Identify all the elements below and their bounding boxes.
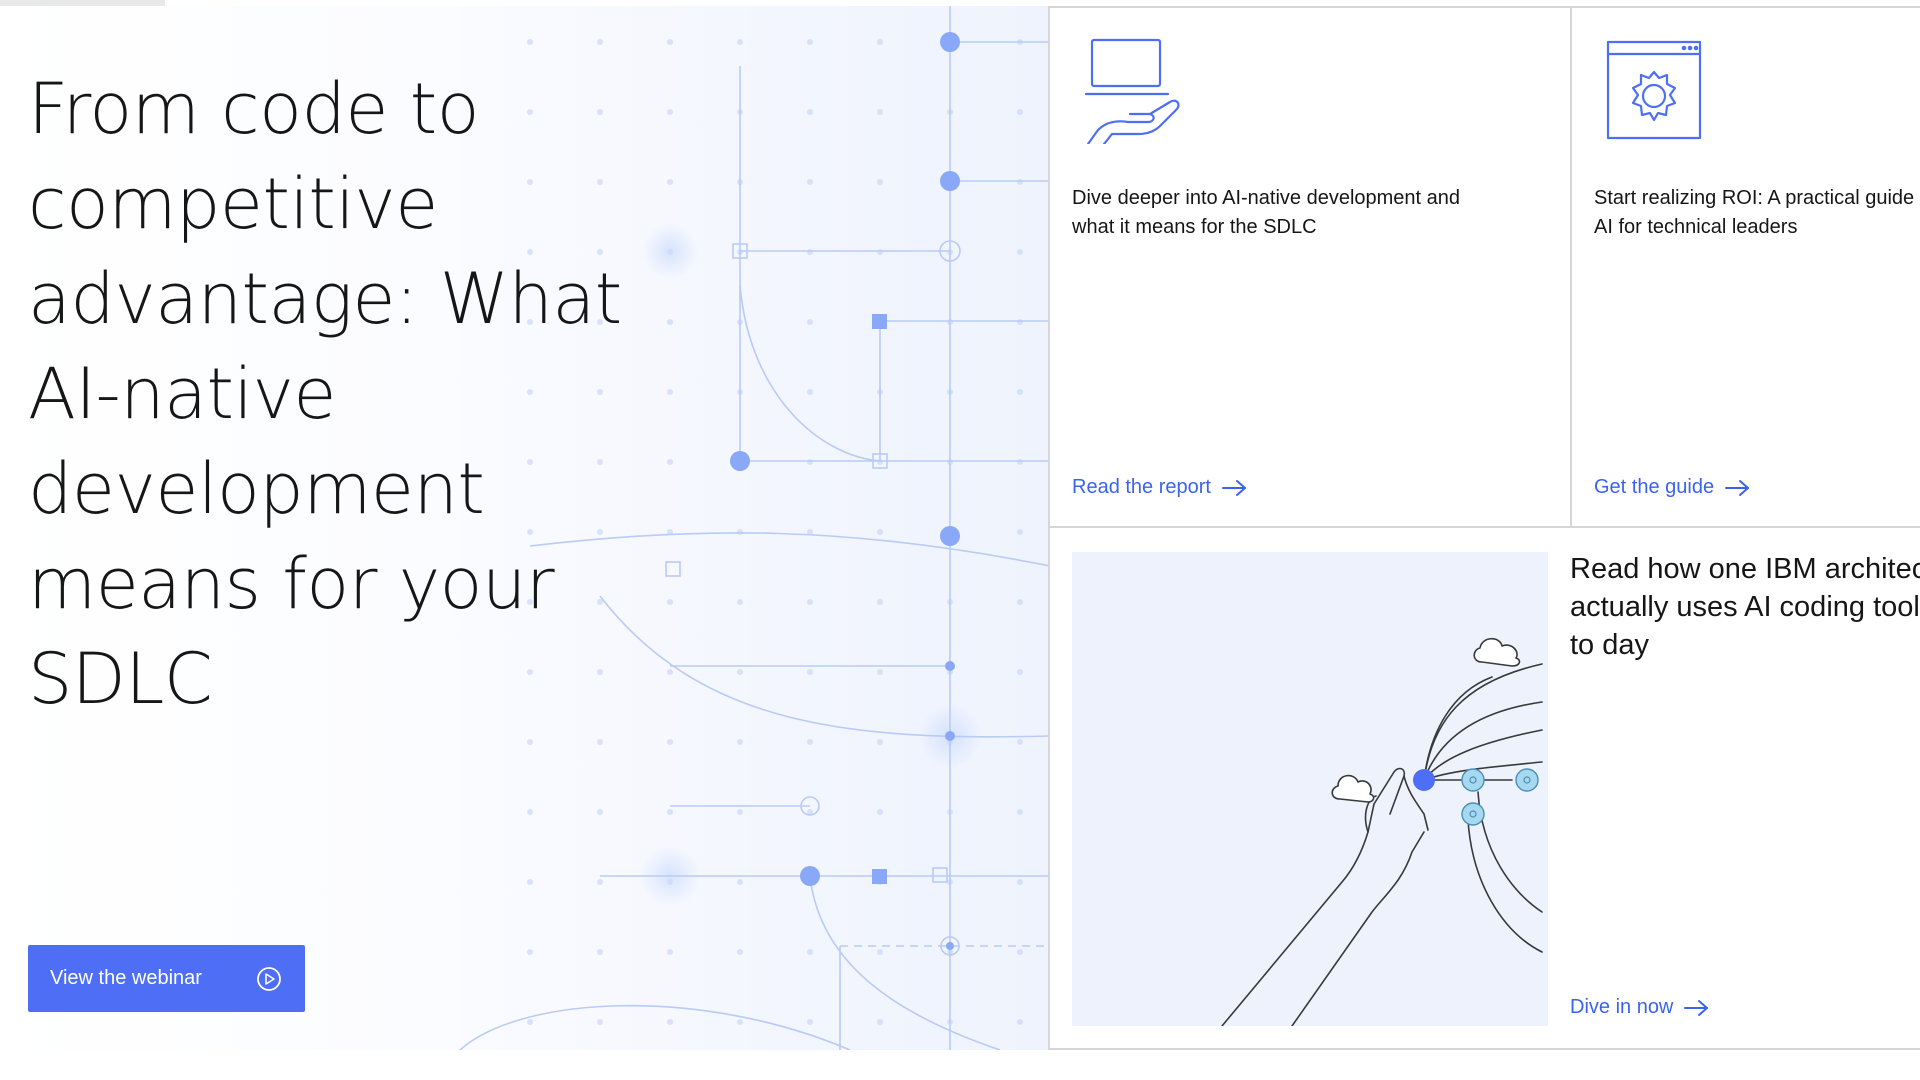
read-the-report-label: Read the report (1072, 476, 1211, 498)
report-card: Dive deeper into AI-native development a… (1048, 6, 1572, 528)
page-title: From code to competitive advantage: What… (28, 68, 622, 720)
report-card-text-line2: what it means for the SDLC (1072, 216, 1317, 238)
arrow-right-icon (1725, 479, 1750, 496)
view-webinar-label: View the webinar (50, 967, 202, 989)
get-the-guide-link[interactable]: Get the guide (1594, 476, 1750, 499)
dive-in-now-link[interactable]: Dive in now (1570, 996, 1709, 1019)
play-circle-icon (257, 966, 281, 991)
guide-card-text: Start realizing ROI: A practical guide t… (1594, 184, 1920, 242)
guide-card-text-line1: Start realizing ROI: A practical guide t… (1594, 187, 1920, 209)
arrow-right-icon (1221, 479, 1246, 496)
arrow-right-icon (1684, 999, 1709, 1016)
gear-window-icon (1606, 40, 1702, 140)
guide-card: Start realizing ROI: A practical guide t… (1570, 6, 1920, 528)
report-card-text: Dive deeper into AI-native development a… (1072, 184, 1532, 242)
read-the-report-link[interactable]: Read the report (1072, 476, 1247, 499)
dive-in-now-label: Dive in now (1570, 996, 1674, 1018)
hero-section: From code to competitive advantage: What… (0, 6, 1050, 1050)
hand-laptop-icon (1084, 38, 1180, 144)
report-card-text-line1: Dive deeper into AI-native development a… (1072, 187, 1461, 209)
feature-heading-line1: Read how one IBM architect (1570, 553, 1920, 585)
get-the-guide-label: Get the guide (1594, 476, 1715, 498)
feature-card-heading: Read how one IBM architect actually uses… (1570, 550, 1920, 664)
feature-heading-line3: to day (1570, 629, 1649, 661)
guide-card-text-line2: AI for technical leaders (1594, 216, 1798, 238)
hand-network-illustration (1072, 552, 1548, 1026)
feature-heading-line2: actually uses AI coding tools (1570, 591, 1920, 623)
view-webinar-button[interactable]: View the webinar (28, 945, 305, 1012)
bottom-strip (0, 1050, 1920, 1080)
feature-card: Read how one IBM architect actually uses… (1048, 526, 1920, 1050)
